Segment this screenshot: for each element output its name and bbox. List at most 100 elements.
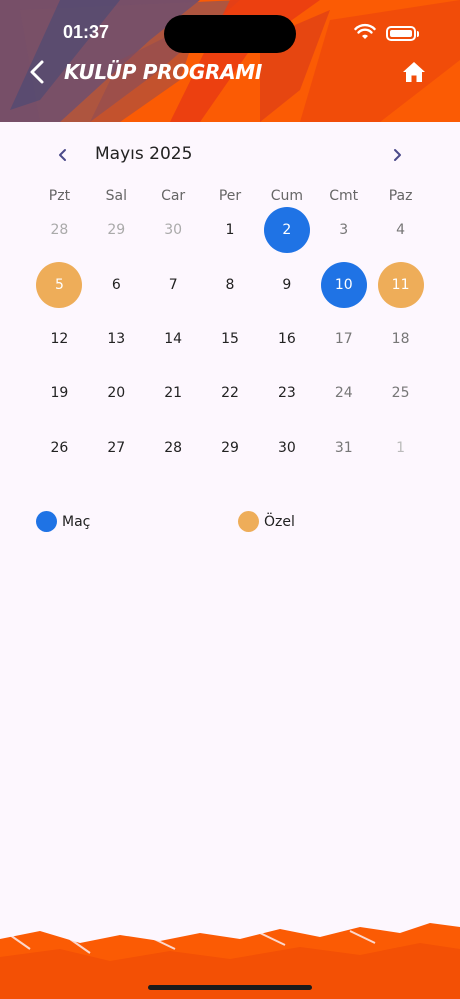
day-number: 8 (225, 276, 235, 293)
calendar-day[interactable]: 18 (372, 312, 429, 366)
day-number: 14 (164, 330, 183, 347)
legend-item-ozel: Özel (238, 511, 295, 532)
calendar-day[interactable]: 20 (88, 366, 145, 420)
day-number: 18 (391, 330, 410, 347)
day-number: 28 (164, 439, 183, 456)
calendar-day[interactable]: 1 (202, 203, 259, 257)
day-number: 6 (111, 276, 121, 293)
day-number: 17 (334, 330, 353, 347)
day-number: 27 (107, 439, 126, 456)
day-number: 4 (396, 222, 406, 239)
legend-label-mac: Maç (62, 513, 91, 530)
day-number: 29 (221, 439, 239, 456)
day-number: 19 (50, 385, 69, 402)
weekday-label: Cum (270, 188, 304, 204)
weekday-label: Paz (388, 188, 413, 204)
day-number: 31 (334, 439, 353, 456)
calendar-week-row: 19 20 21 22 23 24 25 (31, 366, 429, 420)
calendar-day[interactable]: 12 (31, 312, 88, 366)
calendar-day[interactable]: 21 (145, 366, 202, 420)
calendar-day[interactable]: 23 (258, 366, 315, 420)
calendar-week-row: 26 27 28 29 30 31 1 (31, 421, 429, 475)
calendar-day[interactable]: 2 (258, 203, 315, 257)
day-number: 30 (164, 222, 183, 239)
calendar-day[interactable]: 19 (31, 366, 88, 420)
day-number: 28 (50, 222, 69, 239)
day-number: 3 (339, 222, 349, 239)
day-number: 29 (107, 222, 126, 239)
legend: Maç Özel (36, 511, 436, 533)
day-number: 12 (50, 330, 69, 347)
calendar-day[interactable]: 16 (258, 312, 315, 366)
legend-label-ozel: Özel (264, 513, 295, 530)
calendar-day[interactable]: 3 (315, 203, 372, 257)
day-number: 15 (221, 330, 239, 347)
calendar-day[interactable]: 13 (88, 312, 145, 366)
day-number: 13 (107, 330, 126, 347)
ozel-color-dot (238, 511, 259, 532)
day-number: 5 (54, 276, 64, 293)
status-time: 01:37 (63, 22, 110, 42)
day-number: 22 (221, 385, 239, 402)
day-number: 23 (277, 385, 296, 402)
day-number: 11 (391, 276, 410, 293)
day-number: 30 (277, 439, 296, 456)
prev-month-button[interactable] (54, 145, 72, 165)
weekday-label: Per (218, 188, 242, 204)
calendar-day[interactable]: 5 (31, 257, 88, 311)
calendar-week-row: 28 29 30 1 2 3 4 (31, 203, 429, 257)
calendar-day[interactable]: 30 (145, 203, 202, 257)
mac-color-dot (36, 511, 57, 532)
calendar-day[interactable]: 22 (202, 366, 259, 420)
calendar-day[interactable]: 26 (31, 421, 88, 475)
day-number: 9 (282, 276, 292, 293)
day-number: 7 (168, 276, 178, 293)
weekday-label: Sal (105, 188, 127, 204)
day-number: 21 (164, 385, 183, 402)
day-number: 1 (225, 222, 235, 239)
calendar-week-row: 12 13 14 15 16 17 18 (31, 312, 429, 366)
calendar-day[interactable]: 6 (88, 257, 145, 311)
calendar-day[interactable]: 28 (145, 421, 202, 475)
day-number: 24 (334, 385, 353, 402)
home-indicator (148, 985, 312, 990)
weekday-label: Cmt (329, 188, 359, 204)
day-number: 16 (277, 330, 296, 347)
calendar-day[interactable]: 31 (315, 421, 372, 475)
day-number: 26 (50, 439, 69, 456)
calendar-grid: 28 29 30 1 2 3 4 5 6 7 8 9 10 11 12 13 14 15 16 17 18 19 20 21 2… (31, 203, 429, 475)
calendar-day[interactable]: 25 (372, 366, 429, 420)
wifi-icon (354, 23, 376, 39)
calendar-day[interactable]: 4 (372, 203, 429, 257)
calendar-day[interactable]: 14 (145, 312, 202, 366)
calendar-day[interactable]: 28 (31, 203, 88, 257)
dynamic-island (164, 15, 296, 53)
calendar-day[interactable]: 7 (145, 257, 202, 311)
calendar-day[interactable]: 1 (372, 421, 429, 475)
day-number: 25 (391, 385, 410, 402)
weekday-label: Car (161, 188, 186, 204)
month-navigation: Mayıs 2025 (0, 141, 460, 169)
calendar-day[interactable]: 9 (258, 257, 315, 311)
calendar-day[interactable]: 11 (372, 257, 429, 311)
legend-item-mac: Maç (36, 511, 90, 532)
weekday-header: Pzt Sal Car Per Cum Cmt Paz (31, 188, 429, 204)
calendar-day[interactable]: 15 (202, 312, 259, 366)
calendar-day[interactable]: 29 (88, 203, 145, 257)
calendar-day[interactable]: 29 (202, 421, 259, 475)
calendar-day[interactable]: 27 (88, 421, 145, 475)
next-month-button[interactable] (388, 145, 406, 165)
month-label: Mayıs 2025 (95, 144, 193, 164)
calendar-day[interactable]: 17 (315, 312, 372, 366)
calendar-day[interactable]: 10 (315, 257, 372, 311)
home-button[interactable] (402, 61, 426, 83)
calendar-day[interactable]: 30 (258, 421, 315, 475)
calendar-day[interactable]: 8 (202, 257, 259, 311)
app-header: 01:37 KULÜP PROGRAMI (0, 0, 460, 122)
calendar-week-row: 5 6 7 8 9 10 11 (31, 257, 429, 311)
calendar-day[interactable]: 24 (315, 366, 372, 420)
back-button[interactable] (26, 58, 50, 86)
day-number: 1 (396, 439, 406, 456)
weekday-label: Pzt (48, 188, 71, 204)
page-title: KULÜP PROGRAMI (64, 60, 263, 84)
